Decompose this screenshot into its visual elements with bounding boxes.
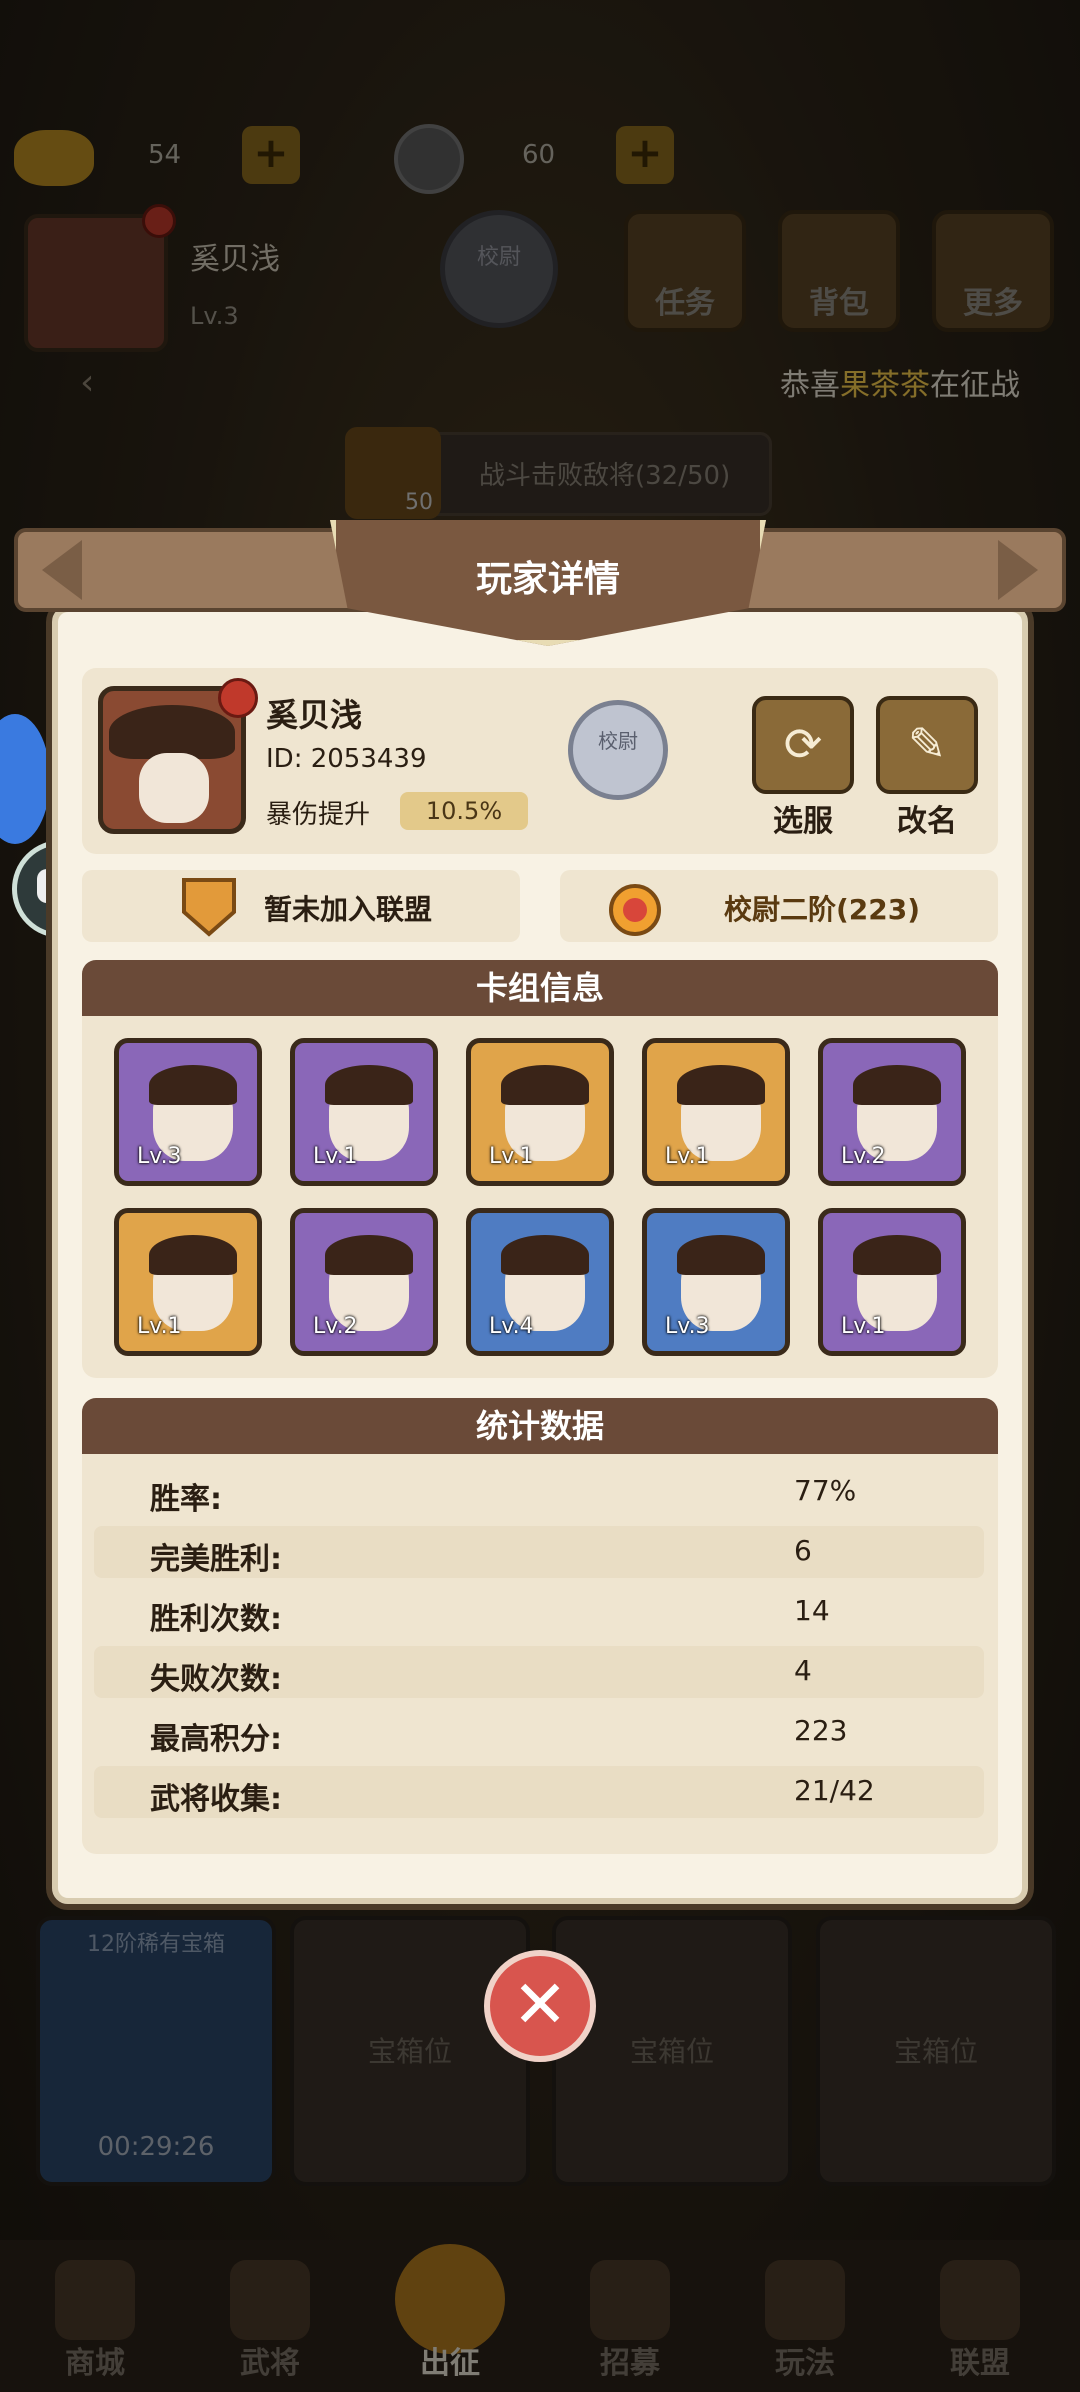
shield-icon: [178, 874, 240, 938]
card-level: Lv.1: [665, 1144, 710, 1169]
player-name: 奚贝浅: [266, 696, 363, 734]
general-portrait-hair: [501, 1065, 589, 1105]
close-icon: ✕: [512, 1966, 568, 2043]
general-card[interactable]: Lv.3: [114, 1038, 262, 1186]
stat-row: 武将收集: 21/42: [94, 1766, 984, 1818]
general-portrait-hair: [677, 1065, 765, 1105]
stat-value: 14: [794, 1594, 830, 1627]
deck-section-title: 卡组信息: [82, 960, 998, 1016]
stat-row: 最高积分: 223: [94, 1706, 984, 1758]
stat-row: 完美胜利: 6: [94, 1526, 984, 1578]
stats-section-title: 统计数据: [82, 1398, 998, 1454]
general-portrait-hair: [501, 1235, 589, 1275]
general-card[interactable]: Lv.1: [818, 1208, 966, 1356]
close-button[interactable]: ✕: [484, 1950, 596, 2062]
stat-value: 77%: [794, 1474, 857, 1507]
crit-bonus-value: 10.5%: [400, 792, 528, 830]
refresh-icon: ⟳: [783, 717, 823, 771]
stat-value: 4: [794, 1654, 812, 1687]
stat-label: 失败次数:: [150, 1662, 282, 1697]
general-card[interactable]: Lv.1: [642, 1038, 790, 1186]
general-card[interactable]: Lv.3: [642, 1208, 790, 1356]
card-level: Lv.1: [137, 1314, 182, 1339]
ribbon-right-decoration: [998, 540, 1038, 600]
rank-emblem-icon: 校尉: [568, 700, 668, 800]
stat-value: 223: [794, 1714, 848, 1747]
stat-row: 胜率: 77%: [94, 1466, 984, 1518]
general-card[interactable]: Lv.2: [818, 1038, 966, 1186]
general-portrait-hair: [149, 1235, 237, 1275]
avatar-hat: [109, 705, 235, 759]
rename-label: 改名: [897, 804, 957, 839]
stat-value: 6: [794, 1534, 812, 1567]
alliance-label: 暂未加入联盟: [264, 893, 433, 926]
stat-label: 胜率:: [150, 1482, 222, 1517]
stat-value: 21/42: [794, 1774, 875, 1807]
rank-label: 校尉二阶(223): [724, 893, 921, 926]
rename-button[interactable]: ✎: [876, 696, 978, 794]
card-level: Lv.2: [841, 1144, 886, 1169]
medal-icon: [604, 874, 666, 938]
switch-server-label: 选服: [773, 804, 833, 839]
general-portrait-hair: [325, 1065, 413, 1105]
stat-row: 胜利次数: 14: [94, 1586, 984, 1638]
stat-label: 完美胜利:: [150, 1542, 282, 1577]
card-level: Lv.4: [489, 1314, 534, 1339]
stat-label: 最高积分:: [150, 1722, 282, 1757]
avatar-notification-dot: [218, 678, 258, 718]
crit-bonus-label: 暴伤提升: [266, 800, 371, 830]
general-portrait-hair: [853, 1065, 941, 1105]
general-card[interactable]: Lv.2: [290, 1208, 438, 1356]
card-level: Lv.3: [665, 1314, 710, 1339]
card-level: Lv.3: [137, 1144, 182, 1169]
avatar-face: [139, 753, 209, 823]
modal-title: 玩家详情: [475, 559, 620, 600]
general-card[interactable]: Lv.1: [466, 1038, 614, 1186]
ribbon-left-decoration: [42, 540, 82, 600]
general-portrait-hair: [677, 1235, 765, 1275]
switch-server-button[interactable]: ⟳: [752, 696, 854, 794]
rank-status[interactable]: 校尉二阶(223): [560, 870, 998, 942]
stat-row: 失败次数: 4: [94, 1646, 984, 1698]
player-id: ID: 2053439: [266, 744, 427, 774]
general-card[interactable]: Lv.4: [466, 1208, 614, 1356]
stat-label: 武将收集:: [150, 1782, 282, 1817]
card-level: Lv.1: [313, 1144, 358, 1169]
general-card[interactable]: Lv.1: [114, 1208, 262, 1356]
card-level: Lv.2: [313, 1314, 358, 1339]
stat-label: 胜利次数:: [150, 1602, 282, 1637]
general-portrait-hair: [853, 1235, 941, 1275]
general-portrait-hair: [149, 1065, 237, 1105]
alliance-status[interactable]: 暂未加入联盟: [82, 870, 520, 942]
pencil-icon: ✎: [907, 717, 947, 771]
card-level: Lv.1: [841, 1314, 886, 1339]
card-level: Lv.1: [489, 1144, 534, 1169]
general-card[interactable]: Lv.1: [290, 1038, 438, 1186]
general-portrait-hair: [325, 1235, 413, 1275]
